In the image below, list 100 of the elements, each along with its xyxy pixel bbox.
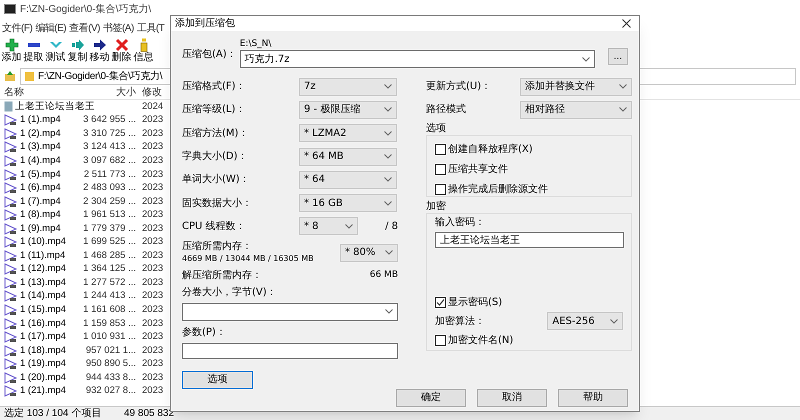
menu-item[interactable]: 文件(F): [2, 20, 32, 36]
checkbox[interactable]: 创建自释放程序(X): [435, 142, 631, 157]
file-name[interactable]: 1 (5).mp4: [20, 168, 61, 180]
file-name[interactable]: 1 (18).mp4: [20, 344, 66, 357]
file-name[interactable]: 1 (19).mp4: [20, 358, 66, 370]
password-field[interactable]: 上老王论坛当老王: [435, 232, 624, 248]
dropdown[interactable]: 相对路径: [520, 100, 632, 118]
video-file-icon: [4, 141, 18, 154]
file-name[interactable]: 1 (21).mp4: [20, 385, 66, 398]
file-name[interactable]: 1 (3).mp4: [20, 141, 61, 154]
double-arrow-icon: [70, 38, 84, 52]
column-header[interactable]: 大小: [74, 85, 140, 100]
folder-icon: [25, 72, 34, 80]
file-date: 2023: [141, 222, 164, 235]
video-file-icon: [4, 372, 18, 384]
memory-usage: 4669 MB / 13044 MB / 16305 MB: [182, 253, 315, 264]
file-name[interactable]: 1 (2).mp4: [20, 128, 61, 140]
file-date: 2023: [141, 250, 164, 262]
dropdown[interactable]: 添加并替换文件: [520, 78, 632, 96]
menu-item[interactable]: 查看(V): [69, 20, 100, 36]
memory-value: 66 MB: [370, 269, 398, 282]
file-date: 2023: [141, 128, 164, 140]
field-label: 分卷大小，字节(V)：: [182, 286, 278, 299]
file-name[interactable]: 1 (14).mp4: [20, 290, 66, 302]
file-name[interactable]: 1 (15).mp4: [20, 304, 66, 316]
file-name[interactable]: 1 (12).mp4: [20, 263, 66, 276]
file-date: 2023: [141, 114, 164, 126]
options-button[interactable]: 选项: [182, 370, 253, 389]
file-date: 2023: [141, 385, 164, 398]
dialog-button[interactable]: 取消: [477, 388, 547, 407]
group-title: 选项: [426, 123, 447, 135]
file-name[interactable]: 1 (7).mp4: [20, 196, 61, 208]
field-label: 输入密码：: [435, 217, 486, 229]
file-date: 2023: [141, 236, 164, 248]
field-label: 压缩等级(L)：: [182, 102, 246, 118]
field-label: 路径模式: [426, 102, 467, 117]
column-header[interactable]: 名称: [0, 85, 74, 100]
menu-item[interactable]: 工具(T: [136, 20, 164, 36]
folder-icon: [4, 101, 13, 112]
file-size: 2 511 773 ...: [84, 168, 136, 180]
file-date: 2023: [141, 276, 164, 289]
video-file-icon: [4, 196, 18, 208]
file-name[interactable]: 1 (17).mp4: [20, 331, 66, 344]
dropdown[interactable]: 7z: [299, 78, 397, 96]
file-date: 2023: [141, 154, 164, 167]
toolbar-button[interactable]: 添加: [2, 38, 21, 64]
file-name[interactable]: 1 (8).mp4: [20, 209, 61, 222]
toolbar-button[interactable]: 复制: [68, 38, 87, 64]
toolbar-button[interactable]: 移动: [90, 38, 109, 64]
browse-button[interactable]: ...: [608, 48, 628, 65]
file-date: 2023: [141, 141, 164, 154]
checkbox[interactable]: 显示密码(S): [435, 295, 623, 310]
file-name[interactable]: 1 (20).mp4: [20, 372, 66, 384]
video-file-icon: [4, 344, 18, 357]
video-file-icon: [4, 276, 18, 289]
dropdown[interactable]: AES-256: [547, 312, 623, 330]
checkbox[interactable]: 压缩共享文件: [435, 162, 631, 177]
dropdown[interactable]: 9 - 极限压缩: [299, 100, 397, 119]
file-name[interactable]: 1 (9).mp4: [20, 222, 61, 235]
video-file-icon: [4, 209, 18, 222]
file-size: 1 010 931 ...: [83, 331, 136, 344]
dropdown[interactable]: 巧克力.7z: [240, 50, 595, 68]
checkbox[interactable]: 加密文件名(N): [435, 333, 623, 348]
file-size: 932 027 8...: [86, 385, 136, 398]
menu-item[interactable]: 编辑(E): [35, 20, 66, 36]
file-size: 944 433 8...: [86, 372, 136, 384]
menu-item[interactable]: 书签(A): [102, 20, 134, 36]
toolbar-button[interactable]: 删除: [112, 38, 131, 64]
toolbar-button[interactable]: 测试: [46, 38, 65, 64]
toolbar-button[interactable]: 信息: [134, 38, 153, 64]
field-label: 压缩所需内存：: [182, 241, 253, 254]
dropdown[interactable]: * 8: [299, 217, 358, 236]
dropdown[interactable]: * 16 GB: [299, 194, 397, 212]
input-field[interactable]: [182, 342, 398, 359]
file-name[interactable]: 1 (10).mp4: [20, 236, 66, 248]
dropdown[interactable]: * LZMA2: [299, 124, 397, 142]
dialog-button[interactable]: 确定: [396, 388, 466, 407]
up-folder-icon[interactable]: [4, 70, 16, 82]
dialog-button[interactable]: 帮助: [558, 388, 628, 407]
dropdown[interactable]: * 64: [299, 170, 397, 189]
toolbar-button[interactable]: 提取: [24, 38, 43, 64]
file-name[interactable]: 1 (6).mp4: [20, 182, 61, 194]
chevron-down-icon: [384, 84, 392, 90]
dropdown[interactable]: * 80%: [340, 244, 398, 262]
chevron-down-icon: [384, 200, 392, 206]
dropdown[interactable]: * 64 MB: [299, 148, 397, 166]
close-icon[interactable]: [622, 19, 631, 28]
file-name[interactable]: 1 (1).mp4: [20, 114, 61, 126]
app-icon: [4, 4, 16, 14]
dropdown[interactable]: [182, 302, 398, 321]
file-date: 2023: [141, 168, 164, 180]
file-name[interactable]: 1 (11).mp4: [20, 250, 66, 262]
file-name[interactable]: 上老王论坛当老王: [15, 100, 95, 113]
column-header[interactable]: 修改: [140, 85, 162, 100]
chevron-down-icon: [385, 309, 393, 314]
file-name[interactable]: 1 (13).mp4: [20, 276, 66, 289]
file-name[interactable]: 1 (4).mp4: [20, 154, 61, 167]
checkbox[interactable]: 操作完成后删除源文件: [435, 182, 631, 197]
file-name[interactable]: 1 (16).mp4: [20, 318, 66, 330]
file-date: 2023: [141, 263, 164, 276]
